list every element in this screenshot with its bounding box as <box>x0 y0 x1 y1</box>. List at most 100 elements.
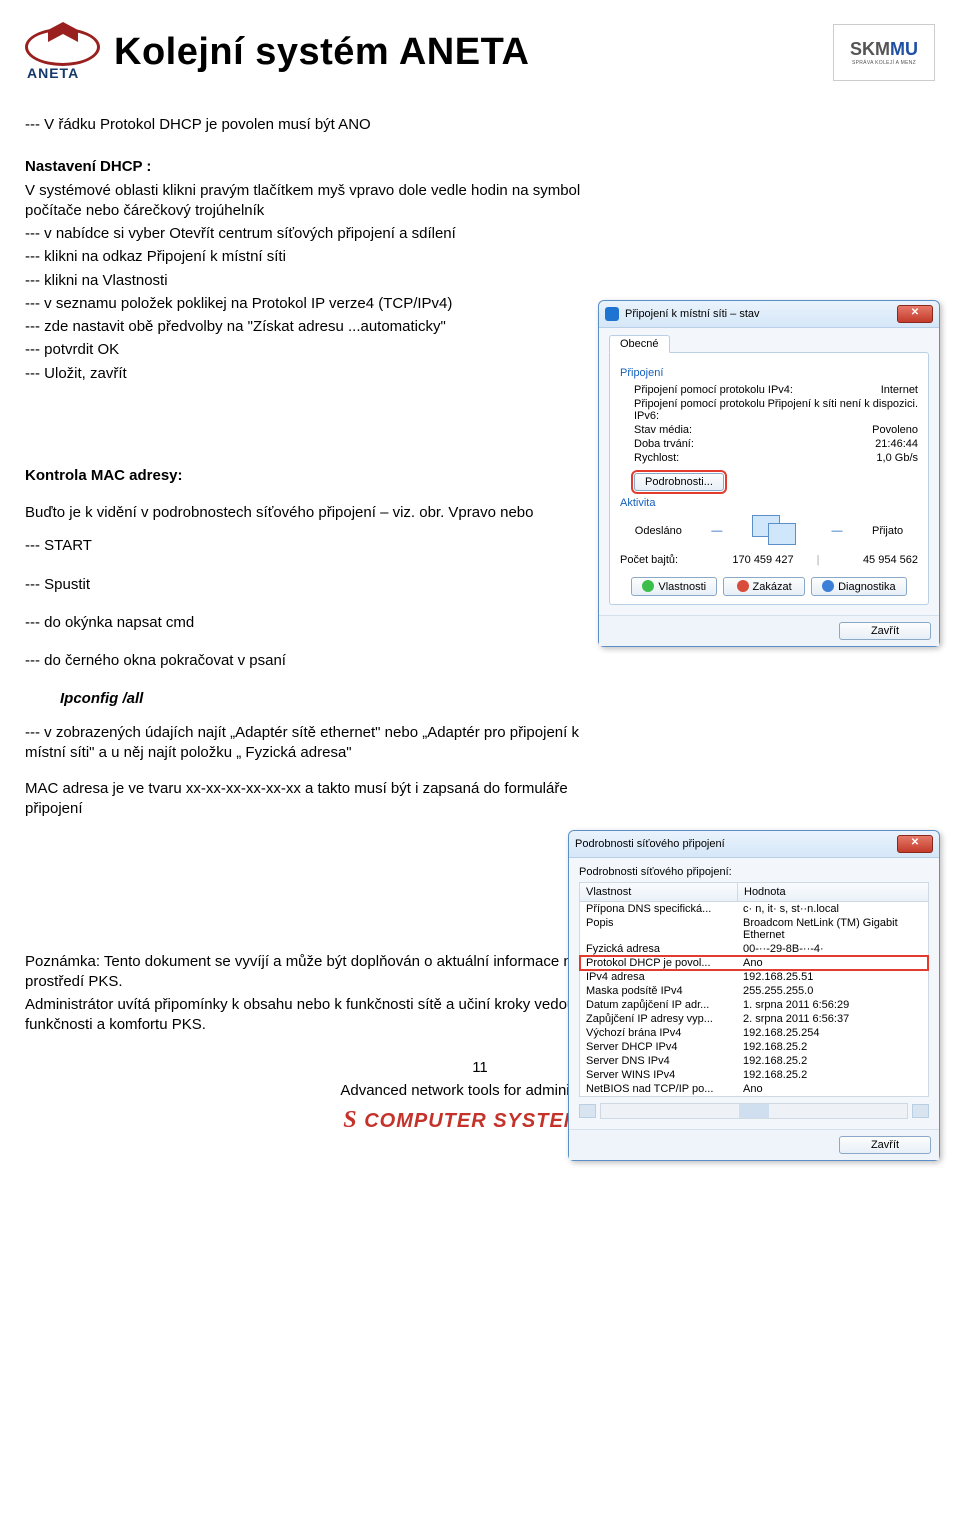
skm-logo-icon: SKMMU SPRÁVA KOLEJÍ A MENZ <box>833 24 935 81</box>
section-dhcp-title: Nastavení DHCP : <box>25 157 585 177</box>
status-row: Rychlost:1,0 Gb/s <box>620 451 918 465</box>
diagnose-icon <box>822 580 834 592</box>
cell-value: 192.168.25.2 <box>737 1054 928 1068</box>
bytes-label: Počet bajtů: <box>620 554 718 566</box>
monitors-icon <box>752 515 802 547</box>
step-line: --- START <box>25 536 585 556</box>
instruction-line: --- Uložit, zavřít <box>25 364 585 384</box>
close-button[interactable]: ✕ <box>897 835 933 853</box>
page-header: ANETA Kolejní systém ANETA SKMMU SPRÁVA … <box>25 20 935 85</box>
bytes-received: 45 954 562 <box>828 554 918 566</box>
status-label: Stav média: <box>620 424 872 436</box>
table-row[interactable]: IPv4 adresa192.168.25.51 <box>580 970 928 984</box>
step-line: --- Spustit <box>25 575 585 595</box>
cell-value: 192.168.25.51 <box>737 970 928 984</box>
cell-value: 00-··-29-8B-··-4· <box>737 942 928 956</box>
window-connection-details: Podrobnosti síťového připojení ✕ Podrobn… <box>568 830 940 1161</box>
details-button[interactable]: Podrobnosti... <box>634 473 724 491</box>
intro-line: --- V řádku Protokol DHCP je povolen mus… <box>25 115 935 135</box>
sent-label: Odesláno <box>635 525 682 537</box>
table-row[interactable]: Maska podsítě IPv4255.255.255.0 <box>580 984 928 998</box>
status-value: Připojení k síti není k dispozici. <box>768 398 918 422</box>
group-activity: Aktivita <box>620 497 918 509</box>
cell-property: Maska podsítě IPv4 <box>580 984 737 998</box>
page-title: Kolejní systém ANETA <box>114 31 529 74</box>
aneta-logo-icon: ANETA <box>25 20 100 85</box>
cell-value: 192.168.25.2 <box>737 1040 928 1054</box>
instruction-line: --- v zobrazených údajích najít „Adaptér… <box>25 723 585 764</box>
cell-value: 192.168.25.2 <box>737 1068 928 1082</box>
status-value: Povoleno <box>872 424 918 436</box>
window-connection-status: Připojení k místní síti – stav ✕ Obecné … <box>598 300 940 647</box>
col-value: Hodnota <box>738 883 928 901</box>
window-details-title: Podrobnosti síťového připojení <box>575 838 891 850</box>
network-icon <box>605 307 619 321</box>
cell-value: Ano <box>737 1082 928 1096</box>
cell-value: 192.168.25.254 <box>737 1026 928 1040</box>
cell-property: NetBIOS nad TCP/IP po... <box>580 1082 737 1096</box>
instruction-line: MAC adresa je ve tvaru xx-xx-xx-xx-xx-xx… <box>25 779 585 820</box>
group-connection: Připojení <box>620 367 918 379</box>
details-table: Vlastnost Hodnota Přípona DNS specifická… <box>579 882 929 1097</box>
cell-property: Server DHCP IPv4 <box>580 1040 737 1054</box>
table-row[interactable]: Server DHCP IPv4192.168.25.2 <box>580 1040 928 1054</box>
table-row[interactable]: Server WINS IPv4192.168.25.2 <box>580 1068 928 1082</box>
instruction-line: --- zde nastavit obě předvolby na "Získa… <box>25 317 585 337</box>
section-mac-title: Kontrola MAC adresy: <box>25 466 585 486</box>
instruction-line: --- potvrdit OK <box>25 340 585 360</box>
status-row: Připojení pomocí protokolu IPv4:Internet <box>620 383 918 397</box>
cell-property: Protokol DHCP je povol... <box>580 956 737 970</box>
table-row[interactable]: NetBIOS nad TCP/IP po...Ano <box>580 1082 928 1096</box>
cell-value: 2. srpna 2011 6:56:37 <box>737 1012 928 1026</box>
table-row[interactable]: Datum zapůjčení IP adr...1. srpna 2011 6… <box>580 998 928 1012</box>
instruction-line: --- klikni na Vlastnosti <box>25 271 585 291</box>
status-label: Připojení pomocí protokolu IPv4: <box>620 384 881 396</box>
status-value: Internet <box>881 384 918 396</box>
step-line: --- do černého okna pokračovat v psaní <box>25 651 585 671</box>
horizontal-scrollbar[interactable] <box>579 1103 929 1119</box>
status-value: 1,0 Gb/s <box>876 452 918 464</box>
status-label: Doba trvání: <box>620 438 875 450</box>
close-button[interactable]: Zavřít <box>839 622 931 640</box>
cell-property: Server DNS IPv4 <box>580 1054 737 1068</box>
tab-general[interactable]: Obecné <box>609 335 670 353</box>
shield-icon <box>737 580 749 592</box>
table-row[interactable]: Přípona DNS specifická...c· n, it· s, st… <box>580 902 928 916</box>
close-button[interactable]: ✕ <box>897 305 933 323</box>
details-label: Podrobnosti síťového připojení: <box>579 866 929 878</box>
step-line: --- do okýnka napsat cmd <box>25 613 585 633</box>
cell-property: Výchozí brána IPv4 <box>580 1026 737 1040</box>
table-row[interactable]: Výchozí brána IPv4192.168.25.254 <box>580 1026 928 1040</box>
close-button[interactable]: Zavřít <box>839 1136 931 1154</box>
status-label: Rychlost: <box>620 452 876 464</box>
table-row[interactable]: Zapůjčení IP adresy vyp...2. srpna 2011 … <box>580 1012 928 1026</box>
cell-property: Fyzická adresa <box>580 942 737 956</box>
cell-value: Ano <box>737 956 928 970</box>
cell-value: c· n, it· s, st··n.local <box>737 902 928 916</box>
status-row: Připojení pomocí protokolu IPv6:Připojen… <box>620 397 918 423</box>
table-row[interactable]: Protokol DHCP je povol...Ano <box>580 956 928 970</box>
cell-value: Broadcom NetLink (TM) Gigabit Ethernet <box>737 916 928 942</box>
diagnose-button[interactable]: Diagnostika <box>811 577 906 596</box>
disable-button[interactable]: Zakázat <box>723 577 805 596</box>
aneta-logo-text: ANETA <box>27 65 79 81</box>
table-row[interactable]: Fyzická adresa00-··-29-8B-··-4· <box>580 942 928 956</box>
bytes-sent: 170 459 427 <box>718 554 808 566</box>
status-row: Stav média:Povoleno <box>620 423 918 437</box>
window-status-title: Připojení k místní síti – stav <box>625 308 891 320</box>
instruction-line: --- v seznamu položek poklikej na Protok… <box>25 294 585 314</box>
table-row[interactable]: Server DNS IPv4192.168.25.2 <box>580 1054 928 1068</box>
cell-property: Popis <box>580 916 737 942</box>
status-label: Připojení pomocí protokolu IPv6: <box>620 398 768 422</box>
cell-property: Server WINS IPv4 <box>580 1068 737 1082</box>
status-row: Doba trvání:21:46:44 <box>620 437 918 451</box>
table-row[interactable]: PopisBroadcom NetLink (TM) Gigabit Ether… <box>580 916 928 942</box>
col-property: Vlastnost <box>580 883 738 901</box>
properties-button[interactable]: Vlastnosti <box>631 577 717 596</box>
instruction-line: V systémové oblasti klikni pravým tlačít… <box>25 181 585 222</box>
cell-value: 1. srpna 2011 6:56:29 <box>737 998 928 1012</box>
cmd-text: Ipconfig /all <box>25 689 585 709</box>
instruction-line: --- v nabídce si vyber Otevřít centrum s… <box>25 224 585 244</box>
shield-icon <box>642 580 654 592</box>
cell-property: Přípona DNS specifická... <box>580 902 737 916</box>
